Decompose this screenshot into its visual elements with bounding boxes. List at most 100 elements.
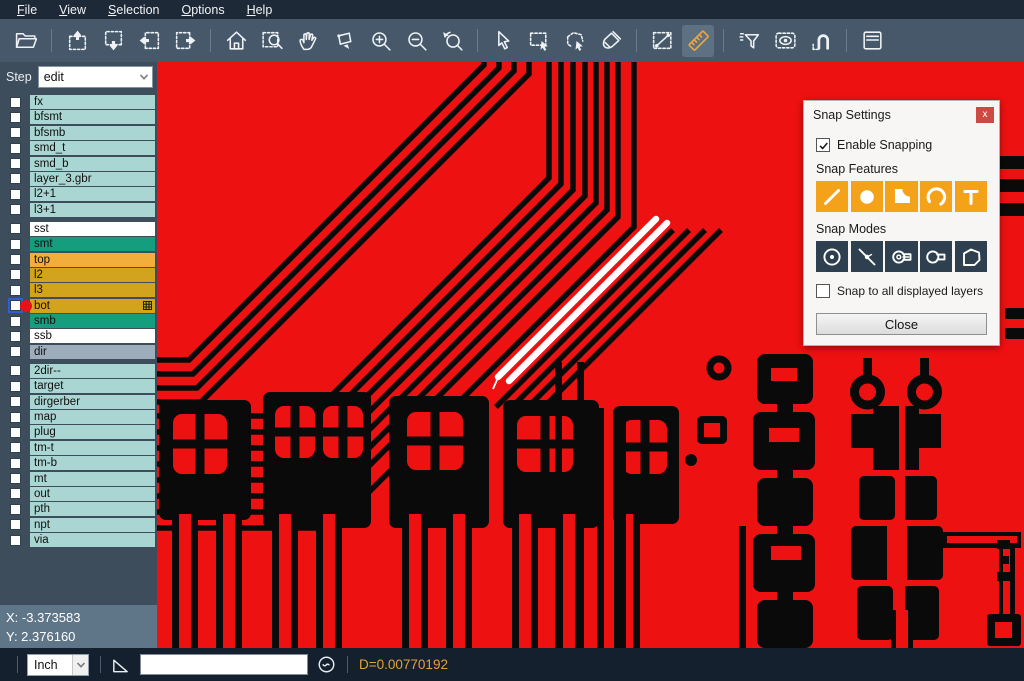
layer-visibility-checkbox[interactable] [10,535,21,546]
layer-visibility-cell[interactable] [0,172,30,186]
toolbar-select-rectangle-button[interactable] [523,25,555,57]
toolbar-highlight-eye-button[interactable] [769,25,801,57]
layer-row-smt[interactable]: smt [0,237,157,251]
layer-visibility-checkbox[interactable] [10,331,21,342]
layer-visibility-cell[interactable] [0,126,30,140]
layer-label[interactable]: out [30,487,155,501]
layer-row-via[interactable]: via [0,533,157,547]
layer-label[interactable]: sst [30,222,155,236]
step-select[interactable]: edit [38,66,153,88]
layer-visibility-checkbox[interactable] [10,504,21,515]
layer-visibility-checkbox[interactable] [10,519,21,530]
enable-snapping-row[interactable]: Enable Snapping [816,138,987,152]
layer-visibility-cell[interactable] [0,95,30,109]
toolbar-pan-down-button[interactable] [97,25,129,57]
layer-row-ssb[interactable]: ssb [0,329,157,343]
layer-label[interactable]: tm-b [30,456,155,470]
layer-row-pth[interactable]: pth [0,502,157,516]
layer-visibility-cell[interactable] [0,268,30,282]
toolbar-select-pointer-button[interactable] [487,25,519,57]
layer-label[interactable]: fx [30,95,155,109]
menu-view[interactable]: View [48,2,97,18]
snap-mode-slot-outline-button[interactable] [920,241,952,272]
all-layers-checkbox[interactable] [816,284,830,298]
snap-feature-arc-button[interactable] [920,181,952,212]
layer-label[interactable]: dirgerber [30,395,155,409]
layer-label[interactable]: l3 [30,283,155,297]
angle-icon[interactable] [110,654,131,675]
layer-visibility-checkbox[interactable] [10,97,21,108]
layer-visibility-checkbox[interactable] [10,127,21,138]
layer-visibility-checkbox[interactable] [10,396,21,407]
enable-snapping-checkbox[interactable] [816,138,830,152]
layer-label[interactable]: dir [30,345,155,359]
layer-visibility-cell[interactable] [0,283,30,297]
layer-visibility-checkbox[interactable] [10,427,21,438]
layer-visibility-checkbox[interactable] [10,365,21,376]
layer-label[interactable]: l2+1 [30,187,155,201]
layer-visibility-cell[interactable] [0,518,30,532]
close-button[interactable]: Close [816,313,987,335]
layer-row-fx[interactable]: fx [0,95,157,109]
layer-visibility-cell[interactable] [0,456,30,470]
layer-visibility-cell[interactable] [0,410,30,424]
layer-row-smd_t[interactable]: smd_t [0,141,157,155]
layer-row-top[interactable]: top [0,253,157,267]
layer-label[interactable]: map [30,410,155,424]
layer-row-dir[interactable]: dir [0,345,157,359]
menu-options[interactable]: Options [170,2,235,18]
layer-row-plug[interactable]: plug [0,425,157,439]
layer-visibility-cell[interactable] [0,441,30,455]
layer-label[interactable]: ssb [30,329,155,343]
layer-visibility-checkbox[interactable] [10,158,21,169]
snap-indicator-icon[interactable] [316,654,337,675]
layer-label[interactable]: bfsmb [30,126,155,140]
toolbar-pan-hand-button[interactable] [292,25,324,57]
layer-row-npt[interactable]: npt [0,518,157,532]
layer-visibility-cell[interactable] [0,379,30,393]
layer-label[interactable]: smd_t [30,141,155,155]
toolbar-pan-up-button[interactable] [61,25,93,57]
layer-visibility-checkbox[interactable] [10,173,21,184]
layer-visibility-checkbox[interactable] [10,239,21,250]
layer-row-tm-t[interactable]: tm-t [0,441,157,455]
layer-visibility-checkbox[interactable] [10,223,21,234]
layer-row-out[interactable]: out [0,487,157,501]
toolbar-snap-magnet-button[interactable] [805,25,837,57]
snap-mode-slot-hole-button[interactable] [885,241,917,272]
layer-visibility-checkbox[interactable] [10,473,21,484]
layer-visibility-cell[interactable] [0,203,30,217]
unit-select[interactable]: Inch [27,654,89,676]
layer-row-bfsmt[interactable]: bfsmt [0,110,157,124]
layer-label[interactable]: plug [30,425,155,439]
layer-row-sst[interactable]: sst [0,222,157,236]
layer-row-l2+1[interactable]: l2+1 [0,187,157,201]
layer-label[interactable]: via [30,533,155,547]
layer-visibility-cell[interactable] [0,329,30,343]
grid-icon[interactable] [143,301,152,310]
layer-visibility-cell[interactable] [0,110,30,124]
menu-help[interactable]: Help [236,2,284,18]
toolbar-zoom-window-button[interactable] [256,25,288,57]
layer-label[interactable]: npt [30,518,155,532]
layer-visibility-cell[interactable] [0,187,30,201]
layer-label[interactable]: layer_3.gbr [30,172,155,186]
layer-visibility-checkbox[interactable] [10,143,21,154]
snap-feature-text-button[interactable] [955,181,987,212]
layer-visibility-checkbox[interactable] [10,204,21,215]
layer-visibility-checkbox[interactable] [10,412,21,423]
layer-label[interactable]: mt [30,472,155,486]
toolbar-zoom-object-button[interactable] [328,25,360,57]
layer-label[interactable]: top [30,253,155,267]
layer-visibility-checkbox[interactable] [10,254,21,265]
layer-label[interactable]: tm-t [30,441,155,455]
snap-mode-contour-button[interactable] [955,241,987,272]
layer-visibility-checkbox[interactable] [10,112,21,123]
toolbar-ruler-button[interactable] [682,25,714,57]
layer-visibility-cell[interactable] [0,487,30,501]
layer-visibility-cell[interactable] [0,222,30,236]
layer-visibility-cell[interactable] [0,345,30,359]
layer-label[interactable]: smt [30,237,155,251]
toolbar-clean-brush-button[interactable] [595,25,627,57]
toolbar-open-folder-button[interactable] [10,25,42,57]
